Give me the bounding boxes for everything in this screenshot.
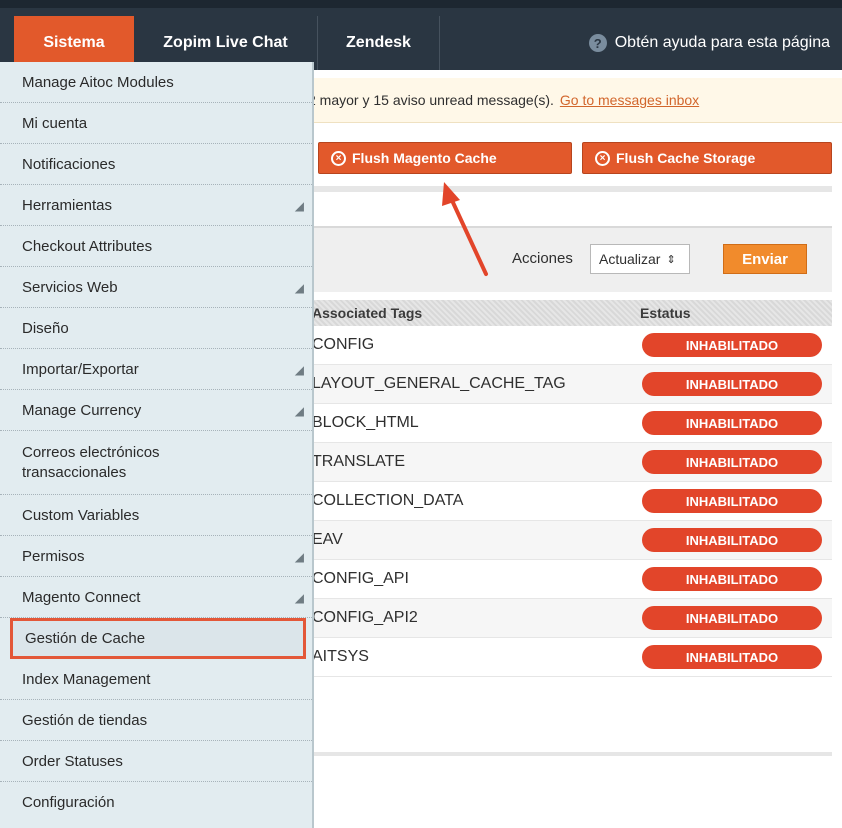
divider xyxy=(300,186,832,192)
menu-item-herramientas[interactable]: Herramientas ◢ xyxy=(0,185,312,226)
flush-magento-cache-button[interactable]: × Flush Magento Cache xyxy=(318,142,572,174)
menu-item-label: Checkout Attributes xyxy=(22,237,153,255)
help-link[interactable]: ? Obtén ayuda para esta página xyxy=(588,16,830,70)
menu-item-mi-cuenta[interactable]: Mi cuenta xyxy=(0,103,312,144)
status-badge: INHABILITADO xyxy=(642,606,822,630)
flush-icon: × xyxy=(331,150,346,166)
tag-cell: CONFIG_API2 xyxy=(312,609,418,626)
status-badge: INHABILITADO xyxy=(642,489,822,513)
menu-item-notificaciones[interactable]: Notificaciones xyxy=(0,144,312,185)
menu-item-label: Index Management xyxy=(22,670,151,688)
menu-item-manage-currency[interactable]: Manage Currency ◢ xyxy=(0,390,312,431)
table-row[interactable]: BLOCK_HTML INHABILITADO xyxy=(300,404,832,443)
menu-item-custom-variables[interactable]: Custom Variables xyxy=(0,495,312,536)
menu-item-servicios-web[interactable]: Servicios Web ◢ xyxy=(0,267,312,308)
status-badge: INHABILITADO xyxy=(642,372,822,396)
submenu-arrow-icon: ◢ xyxy=(294,363,304,377)
menu-item-importar-exportar[interactable]: Importar/Exportar ◢ xyxy=(0,349,312,390)
menu-item-label: Importar/Exportar xyxy=(22,360,139,378)
menu-item-label: Gestión de tiendas xyxy=(22,711,148,729)
submenu-arrow-icon: ◢ xyxy=(294,199,304,213)
annotation-arrow-icon xyxy=(442,182,488,276)
menu-item-index-management[interactable]: Index Management xyxy=(0,659,312,700)
help-link-label: Obtén ayuda para esta página xyxy=(614,34,830,51)
actions-select-value: Actualizar xyxy=(599,251,661,267)
cache-types-table: Associated Tags Estatus CONFIG INHABILITA… xyxy=(300,300,832,677)
select-arrow-icon: ⇕ xyxy=(666,253,676,266)
table-row[interactable]: CONFIG_API INHABILITADO xyxy=(300,560,832,599)
menu-item-gestion-de-tiendas[interactable]: Gestión de tiendas xyxy=(0,700,312,741)
header-estatus[interactable]: Estatus xyxy=(630,305,832,321)
menu-item-magento-connect[interactable]: Magento Connect ◢ xyxy=(0,577,312,618)
flush-cache-storage-label: Flush Cache Storage xyxy=(616,150,756,166)
tag-cell: BLOCK_HTML xyxy=(312,414,419,431)
submenu-arrow-icon: ◢ xyxy=(294,281,304,295)
menu-item-label: Herramientas xyxy=(22,196,113,214)
status-badge: INHABILITADO xyxy=(642,528,822,552)
menu-item-label: Manage Aitoc Modules xyxy=(22,73,174,91)
menu-item-correos-electronicos[interactable]: Correos electrónicos transaccionales xyxy=(0,431,312,495)
top-navigation: Sistema Zopim Live Chat Zendesk ? Obtén … xyxy=(0,0,842,70)
status-badge: INHABILITADO xyxy=(642,411,822,435)
flush-icon: × xyxy=(595,150,610,166)
system-messages-notice: 2 mayor y 15 aviso unread message(s). Go… xyxy=(300,78,842,123)
tag-cell: LAYOUT_GENERAL_CACHE_TAG xyxy=(312,375,566,392)
menu-item-gestion-de-cache[interactable]: Gestión de Cache xyxy=(10,618,306,659)
table-row[interactable]: CONFIG INHABILITADO xyxy=(300,326,832,365)
menu-item-label: Gestión de Cache xyxy=(25,630,146,647)
status-badge: INHABILITADO xyxy=(642,645,822,669)
tag-cell: COLLECTION_DATA xyxy=(312,492,464,509)
actions-select[interactable]: Actualizar ⇕ xyxy=(590,244,690,274)
flush-cache-storage-button[interactable]: × Flush Cache Storage xyxy=(582,142,832,174)
status-badge: INHABILITADO xyxy=(642,333,822,357)
table-header: Associated Tags Estatus xyxy=(300,300,832,326)
tag-cell: CONFIG_API xyxy=(312,570,409,587)
sistema-dropdown-menu: Manage Aitoc Modules Mi cuenta Notificac… xyxy=(0,62,314,828)
tag-cell: CONFIG xyxy=(312,336,375,353)
table-row[interactable]: TRANSLATE INHABILITADO xyxy=(300,443,832,482)
menu-item-label: Notificaciones xyxy=(22,155,116,173)
table-body: CONFIG INHABILITADO LAYOUT_GENERAL_CACHE_… xyxy=(300,326,832,677)
menu-item-label: Order Statuses xyxy=(22,752,123,770)
table-row[interactable]: EAV INHABILITADO xyxy=(300,521,832,560)
menu-item-diseno[interactable]: Diseño xyxy=(0,308,312,349)
menu-item-label: Mi cuenta xyxy=(22,114,88,132)
status-badge: INHABILITADO xyxy=(642,450,822,474)
notice-text: 2 mayor y 15 aviso unread message(s). xyxy=(308,92,554,108)
header-associated-tags[interactable]: Associated Tags xyxy=(300,305,630,321)
menu-item-label: Magento Connect xyxy=(22,588,141,606)
table-row[interactable]: AITSYS INHABILITADO xyxy=(300,638,832,677)
menu-item-label: Diseño xyxy=(22,319,69,337)
help-icon: ? xyxy=(588,34,607,52)
tab-zendesk[interactable]: Zendesk xyxy=(318,16,440,70)
menu-item-label: Servicios Web xyxy=(22,278,118,296)
divider xyxy=(300,752,832,756)
tag-cell: EAV xyxy=(312,531,343,548)
cache-button-bar: × Flush Magento Cache × Flush Cache Stor… xyxy=(300,142,842,178)
tag-cell: AITSYS xyxy=(312,648,369,665)
menu-item-configuracion[interactable]: Configuración xyxy=(0,782,312,823)
enviar-button[interactable]: Enviar xyxy=(723,244,807,274)
menu-item-label: Manage Currency xyxy=(22,401,142,419)
menu-item-label: Permisos xyxy=(22,547,85,565)
menu-item-order-statuses[interactable]: Order Statuses xyxy=(0,741,312,782)
submenu-arrow-icon: ◢ xyxy=(294,404,304,418)
messages-inbox-link[interactable]: Go to messages inbox xyxy=(560,92,699,108)
tag-cell: TRANSLATE xyxy=(312,453,406,470)
menu-item-permisos[interactable]: Permisos ◢ xyxy=(0,536,312,577)
menu-item-label: Custom Variables xyxy=(22,506,140,524)
table-row[interactable]: LAYOUT_GENERAL_CACHE_TAG INHABILITADO xyxy=(300,365,832,404)
submenu-arrow-icon: ◢ xyxy=(294,550,304,564)
actions-label: Acciones xyxy=(512,250,573,267)
mass-actions-bar: Acciones Actualizar ⇕ Enviar xyxy=(300,226,832,292)
table-row[interactable]: COLLECTION_DATA INHABILITADO xyxy=(300,482,832,521)
submenu-arrow-icon: ◢ xyxy=(294,591,304,605)
menu-item-label: Correos electrónicos transaccionales xyxy=(22,443,160,481)
menu-item-manage-aitoc-modules[interactable]: Manage Aitoc Modules xyxy=(0,62,312,103)
menu-item-checkout-attributes[interactable]: Checkout Attributes xyxy=(0,226,312,267)
status-badge: INHABILITADO xyxy=(642,567,822,591)
menu-item-label: Configuración xyxy=(22,794,115,811)
flush-magento-cache-label: Flush Magento Cache xyxy=(352,150,497,166)
table-row[interactable]: CONFIG_API2 INHABILITADO xyxy=(300,599,832,638)
